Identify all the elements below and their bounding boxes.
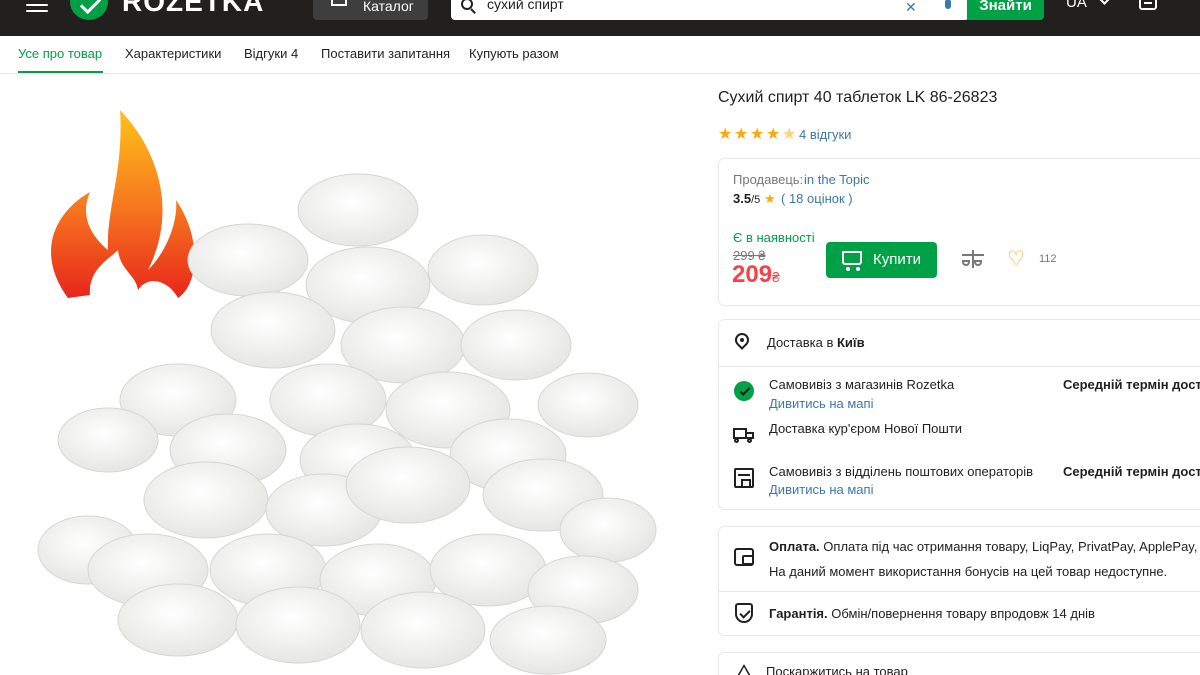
catalog-icon bbox=[331, 0, 347, 6]
heart-icon[interactable]: ♡ bbox=[1007, 249, 1025, 269]
catalog-button[interactable]: Каталог bbox=[313, 0, 428, 20]
rating-stars[interactable]: ★ ★ ★ ★ ★ bbox=[718, 126, 798, 143]
search-input[interactable] bbox=[487, 0, 887, 12]
rozetka-store-icon bbox=[734, 381, 754, 401]
complaint-link[interactable]: Поскаржитись на товар bbox=[766, 664, 908, 675]
star-icon: ★ bbox=[750, 126, 765, 143]
search-button[interactable]: Знайти bbox=[967, 0, 1044, 20]
seller-rating: 3.5/5 bbox=[733, 191, 761, 206]
view-on-map-link[interactable]: Дивитись на мапі bbox=[769, 396, 873, 411]
view-on-map-link[interactable]: Дивитись на мапі bbox=[769, 482, 873, 497]
location-pin-icon bbox=[732, 330, 752, 351]
tab-reviews[interactable]: Відгуки 4 bbox=[244, 46, 298, 61]
delivery-term: Середній термін доставки bbox=[1063, 377, 1200, 392]
delivery-option-name: Самовивіз з магазинів Rozetka bbox=[769, 377, 955, 392]
top-header: ROZETKA Каталог ✕ Знайти UA bbox=[0, 0, 1200, 36]
clear-icon[interactable]: ✕ bbox=[905, 0, 917, 16]
chevron-down-icon[interactable] bbox=[1098, 0, 1111, 5]
burger-icon[interactable] bbox=[26, 0, 48, 12]
seller-name-link[interactable]: in the Topic bbox=[804, 172, 870, 187]
payment-info: Оплата. Оплата під час отримання товару,… bbox=[769, 539, 1200, 554]
catalog-label: Каталог bbox=[363, 0, 414, 14]
star-icon: ★ bbox=[734, 126, 749, 143]
reviews-link[interactable]: 4 відгуки bbox=[799, 127, 851, 142]
language-selector[interactable]: UA bbox=[1066, 0, 1087, 11]
product-image[interactable] bbox=[28, 100, 668, 675]
logo-icon[interactable] bbox=[70, 0, 108, 20]
seller-rating-count-link[interactable]: ( 18 оцінок ) bbox=[781, 191, 853, 206]
cart-icon bbox=[842, 251, 862, 271]
bonus-info: На даний момент використання бонусів на … bbox=[769, 564, 1168, 579]
buy-button[interactable]: Купити bbox=[826, 242, 937, 278]
favorites-count: 112 bbox=[1039, 253, 1057, 265]
list-icon[interactable] bbox=[1139, 0, 1157, 10]
mic-icon[interactable] bbox=[945, 0, 951, 9]
tab-ask-question[interactable]: Поставити запитання bbox=[321, 46, 450, 61]
search-icon bbox=[461, 0, 477, 14]
delivery-option-name: Самовивіз з відділень поштових операторі… bbox=[769, 464, 1034, 479]
delivery-term: Середній термін доставки bbox=[1063, 464, 1200, 479]
shield-icon bbox=[735, 603, 753, 623]
post-office-icon bbox=[734, 468, 754, 488]
star-icon: ★ bbox=[764, 191, 776, 206]
compare-icon[interactable] bbox=[962, 250, 984, 270]
tab-bought-together[interactable]: Купують разом bbox=[469, 46, 559, 61]
seller-label: Продавець: bbox=[733, 172, 804, 187]
warranty-info: Гарантія. Обмін/повернення товару впродо… bbox=[769, 606, 1095, 621]
truck-icon bbox=[733, 428, 755, 443]
delivery-option-name: Доставка кур'єром Нової Пошти bbox=[769, 421, 963, 436]
buy-label: Купити bbox=[873, 251, 921, 268]
search-box: ✕ bbox=[451, 0, 969, 20]
product-tabs: Усе про товар Характеристики Відгуки 4 П… bbox=[0, 36, 1200, 74]
active-tab-indicator bbox=[18, 71, 103, 73]
wallet-icon bbox=[734, 548, 754, 566]
current-price: 209₴ bbox=[732, 261, 780, 288]
divider bbox=[719, 366, 1200, 367]
warning-icon bbox=[736, 664, 752, 675]
half-star-icon: ★ bbox=[782, 126, 797, 143]
logo-text[interactable]: ROZETKA bbox=[122, 0, 264, 18]
availability-status: Є в наявності bbox=[733, 230, 815, 245]
tab-all-about[interactable]: Усе про товар bbox=[18, 46, 102, 61]
tab-characteristics[interactable]: Характеристики bbox=[125, 46, 221, 61]
divider bbox=[719, 591, 1200, 592]
product-title: Сухий спирт 40 таблеток LK 86-26823 bbox=[718, 89, 998, 106]
flame-icon bbox=[51, 110, 195, 298]
star-icon: ★ bbox=[718, 126, 733, 143]
star-icon: ★ bbox=[766, 126, 781, 143]
delivery-city[interactable]: Доставка в Київ bbox=[767, 335, 865, 350]
